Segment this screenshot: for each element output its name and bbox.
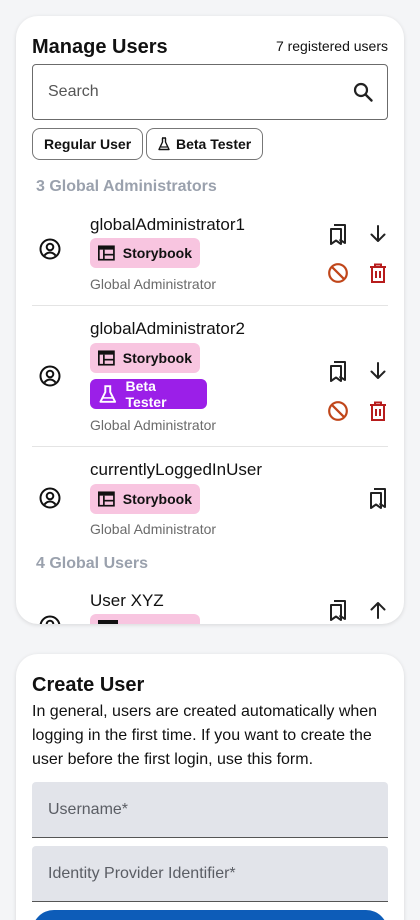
username-field: [32, 782, 388, 838]
flask-icon: [99, 385, 117, 403]
section-title-users: 4 Global Users: [36, 555, 149, 572]
user-name: globalAdministrator1: [90, 215, 245, 234]
manage-users-title: Manage Users: [32, 36, 168, 58]
user-name: User XYZ: [90, 591, 164, 610]
identity-provider-input[interactable]: [48, 846, 368, 901]
account-circle-icon: [39, 365, 61, 387]
username-input[interactable]: [48, 782, 368, 837]
filter-chip-label: Beta Tester: [176, 136, 252, 152]
search-field: [32, 64, 388, 120]
storybook-badge: Storybook: [90, 343, 200, 373]
table-icon: [98, 491, 115, 507]
user-role: Global Administrator: [90, 417, 217, 433]
user-role: Global Administrator: [90, 276, 217, 292]
badge-label: Storybook: [122, 245, 192, 261]
table-icon: [98, 620, 118, 624]
storybook-badge: Storybook: [90, 238, 200, 268]
user-name: currentlyLoggedInUser: [90, 460, 262, 479]
search-icon[interactable]: [351, 80, 375, 104]
badge-label: Storybook: [122, 491, 192, 507]
create-user-card: Create User In general, users are create…: [16, 654, 404, 920]
filter-chip-regular-user[interactable]: Regular User: [32, 128, 144, 160]
storybook-badge: Storybook: [90, 484, 200, 514]
arrow-down-icon[interactable]: [366, 222, 390, 246]
create-user-description: In general, users are created automatica…: [32, 703, 378, 768]
storybook-badge: [90, 614, 200, 624]
table-icon: [98, 350, 115, 366]
delete-icon[interactable]: [366, 261, 390, 285]
delete-icon[interactable]: [366, 399, 390, 423]
account-circle-icon: [39, 487, 61, 509]
create-user-title: Create User: [32, 674, 145, 696]
account-circle-icon: [39, 238, 61, 260]
registered-users-count: 7 registered users: [275, 38, 388, 54]
bookmark-icon[interactable]: [326, 598, 350, 622]
arrow-down-icon[interactable]: [366, 359, 390, 383]
filter-chip-beta-tester[interactable]: Beta Tester: [146, 128, 264, 160]
user-name: globalAdministrator2: [90, 319, 245, 338]
user-row: currentlyLoggedInUser Storybook Global A…: [32, 457, 388, 547]
bookmark-icon[interactable]: [366, 486, 390, 510]
arrow-up-icon[interactable]: [366, 598, 390, 622]
beta-tester-badge: Beta Tester: [90, 378, 207, 410]
bookmark-icon[interactable]: [326, 222, 350, 246]
user-row: globalAdministrator1 Storybook Global Ad…: [32, 212, 388, 306]
table-icon: [98, 245, 115, 261]
user-role: Global Administrator: [90, 521, 217, 537]
account-circle-icon: [39, 615, 61, 624]
create-user-button[interactable]: [32, 910, 388, 920]
section-title-administrators: 3 Global Administrators: [36, 178, 217, 195]
filter-chip-label: Regular User: [44, 136, 132, 152]
ban-icon[interactable]: [326, 261, 350, 285]
identity-provider-field: [32, 846, 388, 902]
search-input[interactable]: [48, 65, 338, 119]
flask-icon: [158, 137, 170, 151]
bookmark-icon[interactable]: [326, 359, 350, 383]
badge-label: Beta Tester: [125, 378, 167, 410]
ban-icon[interactable]: [326, 399, 350, 423]
user-row: User XYZ: [32, 588, 388, 624]
badge-label: Storybook: [122, 350, 192, 366]
user-row: globalAdministrator2 Storybook Beta Test…: [32, 316, 388, 447]
manage-users-card: Manage Users 7 registered users Regular …: [16, 16, 404, 624]
